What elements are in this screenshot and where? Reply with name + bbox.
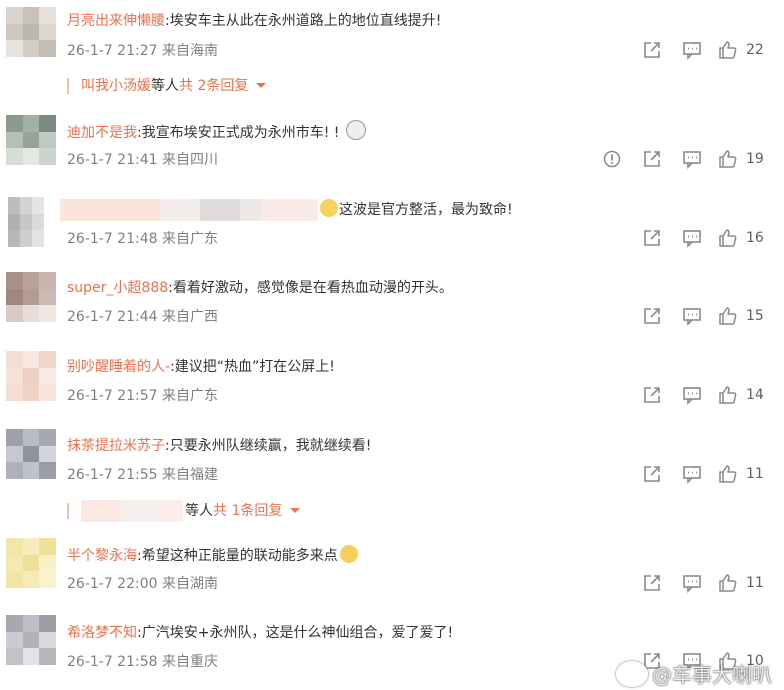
reply-divider <box>67 78 69 94</box>
watermark: @车事大喇叭 <box>616 659 772 688</box>
like-button[interactable]: 11 <box>718 573 766 593</box>
comment-username[interactable]: 半个黎永海 <box>67 548 137 564</box>
party-emoji-icon <box>339 545 358 563</box>
comment-meta: 26-1-7 21:41 来自四川 <box>67 152 218 168</box>
thumbs-up-icon <box>719 229 737 247</box>
comment-icon[interactable] <box>672 464 712 484</box>
smile-emoji-icon <box>320 199 338 217</box>
like-button[interactable]: 22 <box>718 40 766 60</box>
report-icon[interactable] <box>592 149 632 169</box>
thumbs-up-icon <box>719 386 737 404</box>
reply-divider <box>67 503 69 519</box>
thumbs-up-icon <box>719 41 737 59</box>
share-icon[interactable] <box>632 464 672 484</box>
comment-icon[interactable] <box>672 40 712 60</box>
reply-summary[interactable]: 等人 共 1条回复 <box>67 500 302 522</box>
comment-meta: 26-1-7 21:44 来自广西 <box>67 309 218 325</box>
thumbs-up-icon <box>719 150 737 168</box>
comment-icon[interactable] <box>672 385 712 405</box>
reply-mid-text: 等人 <box>185 503 213 519</box>
avatar[interactable] <box>6 538 56 588</box>
comment-username[interactable]: 迪加不是我 <box>67 125 137 141</box>
blurred-reply-user <box>81 500 183 522</box>
reply-count[interactable]: 共 2条回复 <box>179 76 248 96</box>
comment-username[interactable]: 别吵醒睡着的人- <box>67 359 170 375</box>
like-button[interactable]: 14 <box>718 385 766 405</box>
comment-meta: 26-1-7 21:27 来自海南 <box>67 43 218 59</box>
watermark-text: @车事大喇叭 <box>652 663 772 687</box>
weibo-logo-icon <box>616 660 648 687</box>
comment-username[interactable]: 月亮出来伸懒腰 <box>67 13 165 29</box>
comment-username[interactable]: 抹茶提拉米苏子 <box>67 438 165 454</box>
avatar[interactable] <box>6 272 56 322</box>
comment-meta: 26-1-7 22:00 来自湖南 <box>67 576 218 592</box>
reply-count[interactable]: 共 1条回复 <box>213 501 282 521</box>
share-icon[interactable] <box>632 385 672 405</box>
thumbs-up-icon <box>719 465 737 483</box>
like-button[interactable]: 16 <box>718 228 766 248</box>
share-icon[interactable] <box>632 573 672 593</box>
avatar[interactable] <box>8 197 44 247</box>
comment-meta: 26-1-7 21:57 来自广东 <box>67 388 218 404</box>
share-icon[interactable] <box>632 149 672 169</box>
comment-text: :只要永州队继续赢，我就继续看! <box>165 438 372 454</box>
comment-meta: 26-1-7 21:55 来自福建 <box>67 467 218 483</box>
comment-icon[interactable] <box>672 573 712 593</box>
thumbs-up-icon <box>719 574 737 592</box>
avatar[interactable] <box>6 429 56 479</box>
comment-text: :建议把“热血”打在公屏上! <box>170 359 335 375</box>
like-count: 11 <box>746 575 764 591</box>
like-count: 15 <box>746 308 764 324</box>
reply-mid-text: 等人 <box>151 78 179 94</box>
blurred-username <box>60 199 318 221</box>
avatar[interactable] <box>6 615 56 665</box>
avatar[interactable] <box>6 351 56 401</box>
comment-meta: 26-1-7 21:58 来自重庆 <box>67 654 218 670</box>
comment-text: 这波是官方整活，最为致命! <box>339 202 513 218</box>
comment-text: :埃安车主从此在永州道路上的地位直线提升! <box>165 13 442 29</box>
share-icon[interactable] <box>632 228 672 248</box>
share-icon[interactable] <box>632 306 672 326</box>
comment-text: :我宣布埃安正式成为永州市车! ! <box>137 125 340 141</box>
comment-username[interactable]: super_小超888 <box>67 280 168 296</box>
reply-summary[interactable]: 叫我小汤媛 等人 共 2条回复 <box>67 76 268 96</box>
comment-text: :广汽埃安+永州队，这是什么神仙组合，爱了爱了! <box>137 625 454 641</box>
like-count: 14 <box>746 387 764 403</box>
reply-user[interactable]: 叫我小汤媛 <box>81 76 151 96</box>
like-count: 22 <box>746 42 764 58</box>
like-count: 19 <box>746 151 764 167</box>
comment-text: :希望这种正能量的联动能多来点 <box>137 548 338 564</box>
like-button[interactable]: 15 <box>718 306 766 326</box>
like-count: 16 <box>746 230 764 246</box>
cat-face-emoji-icon <box>345 120 366 140</box>
thumbs-up-icon <box>719 307 737 325</box>
comment-text: :看着好激动，感觉像是在看热血动漫的开头。 <box>168 280 453 296</box>
comment-icon[interactable] <box>672 149 712 169</box>
comment-icon[interactable] <box>672 306 712 326</box>
comment-meta: 26-1-7 21:48 来自广东 <box>67 231 218 247</box>
caret-down-icon <box>256 83 267 88</box>
like-button[interactable]: 11 <box>718 464 766 484</box>
like-count: 11 <box>746 466 764 482</box>
share-icon[interactable] <box>632 40 672 60</box>
comment-username[interactable]: 希洛梦不知 <box>67 625 137 641</box>
comment-icon[interactable] <box>672 228 712 248</box>
avatar[interactable] <box>6 7 56 57</box>
caret-down-icon <box>290 508 301 513</box>
avatar[interactable] <box>6 115 56 165</box>
like-button[interactable]: 19 <box>718 149 766 169</box>
